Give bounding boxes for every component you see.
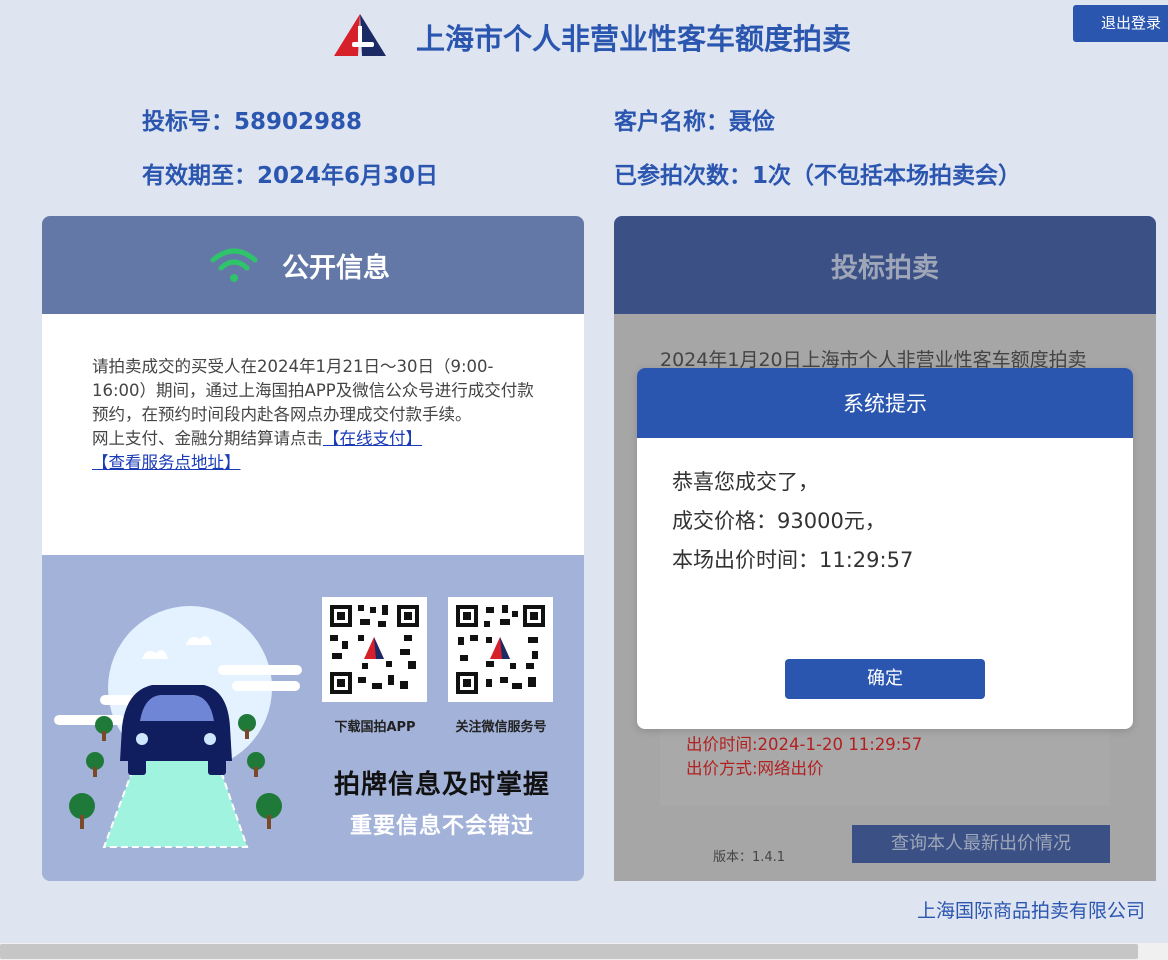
bid-time: 出价时间:2024-1-20 11:29:57 [686,735,923,754]
bid-method: 出价方式:网络出价 [686,759,824,778]
page-title: 上海市个人非营业性客车额度拍卖 [416,22,852,56]
bid-number: 投标号：58902988 [142,109,363,135]
promo-line-2: 重要信息不会错过 [349,814,534,839]
customer-name: 客户名称：聂俭 [614,109,775,135]
qr-wechat-caption: 关注微信服务号 [455,720,547,735]
dialog-deal-price: 成交价格：93000元， [672,509,886,533]
version-label: 版本：1.4.1 [713,850,786,865]
scrollbar-thumb[interactable] [0,944,1138,959]
wechat-qr-code [448,597,553,702]
query-latest-bid-button[interactable]: 查询本人最新出价情况 [852,825,1110,863]
dialog-congrats: 恭喜您成交了， [672,470,819,494]
valid-until: 有效期至：2024年6月30日 [142,163,439,189]
participation-count: 已参拍次数：1次（不包括本场拍卖会） [614,163,1022,189]
dialog-title: 系统提示 [637,368,1133,438]
payment-notice: 请拍卖成交的买受人在2024年1月21日～30日（9:00-16:00）期间，通… [92,355,540,475]
online-pay-link[interactable]: 【在线支付】 [323,429,422,448]
auction-logo [334,14,386,56]
company-name: 上海国际商品拍卖有限公司 [917,900,1146,922]
online-pay-prefix: 网上支付、金融分期结算请点击 [92,429,323,448]
wifi-icon [210,248,258,282]
app-qr-code [322,597,427,702]
service-address-link[interactable]: 【查看服务点地址】 [92,453,241,472]
bidding-title: 投标拍卖 [831,253,939,284]
promo-line-1: 拍牌信息及时掌握 [333,770,550,800]
car-illustration [54,606,302,848]
logout-button[interactable]: 退出登录 [1073,5,1168,42]
public-info-title: 公开信息 [282,253,390,284]
notice-text: 请拍卖成交的买受人在2024年1月21日～30日（9:00-16:00）期间，通… [92,357,534,424]
dialog-bid-time: 本场出价时间：11:29:57 [672,548,914,572]
qr-app-caption: 下载国拍APP [334,720,416,735]
system-prompt-dialog: 系统提示 恭喜您成交了， 成交价格：93000元， 本场出价时间：11:29:5… [637,368,1133,729]
confirm-button[interactable]: 确定 [785,659,985,699]
